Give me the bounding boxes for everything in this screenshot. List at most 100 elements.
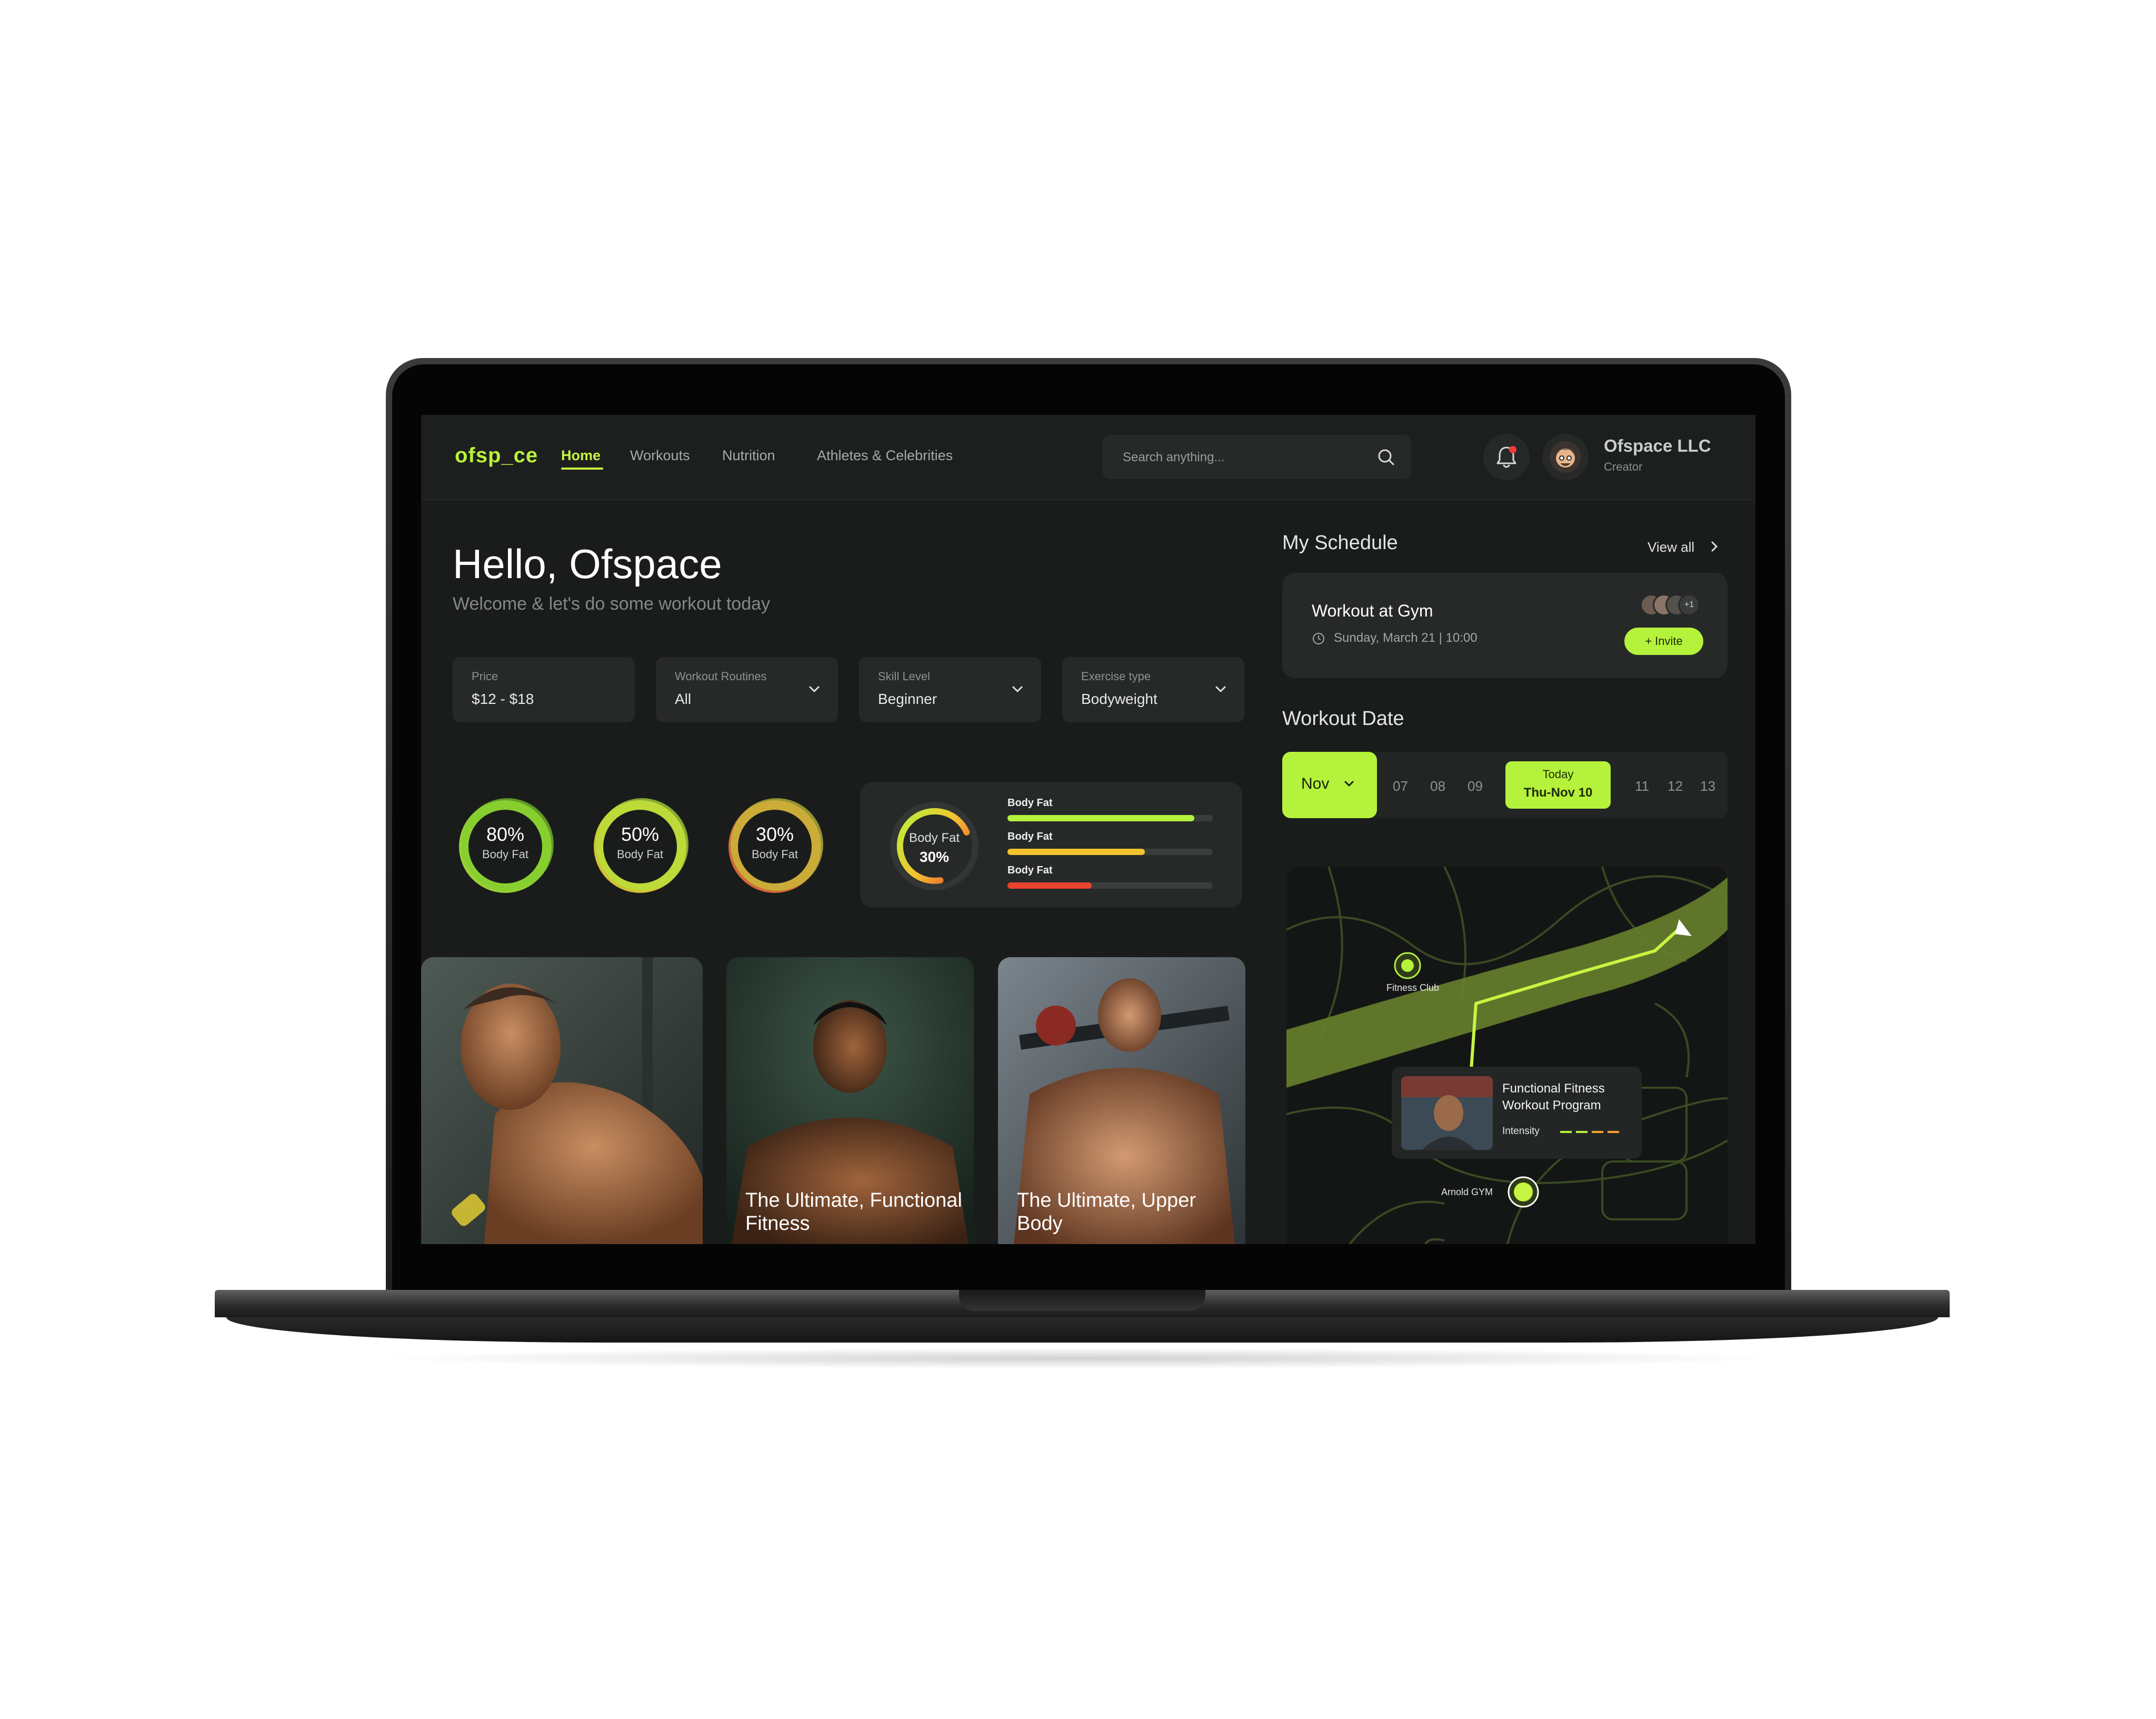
nav-active-underline bbox=[561, 468, 603, 470]
filter-exercise-type[interactable]: Exercise type Bodyweight bbox=[1062, 657, 1244, 722]
date-strip: Nov 07 08 09 Today Thu-Nov 10 11 12 13 bbox=[1282, 752, 1728, 818]
ring-2-label: Body Fat bbox=[616, 848, 664, 861]
workout-date-heading: Workout Date bbox=[1282, 708, 1404, 730]
top-bar: ofsp_ce Home Workouts Nutrition Athletes… bbox=[421, 415, 1755, 500]
map-label-arnold-gym[interactable]: Arnold GYM bbox=[1441, 1187, 1493, 1198]
laptop-base-lower bbox=[226, 1317, 1938, 1343]
ring-2-value: 50% bbox=[621, 823, 660, 845]
filter-routines-label: Workout Routines bbox=[675, 670, 767, 683]
park-area bbox=[1286, 877, 1728, 1088]
ring-1-label: Body Fat bbox=[482, 848, 529, 861]
app-screen: ofsp_ce Home Workouts Nutrition Athletes… bbox=[421, 415, 1755, 1244]
avatar[interactable] bbox=[1542, 434, 1589, 480]
search-input[interactable] bbox=[1122, 446, 1366, 469]
popup-photo bbox=[1401, 1076, 1493, 1150]
filter-skill-label: Skill Level bbox=[878, 670, 931, 683]
map-popup-card[interactable]: Functional Fitness Workout Program Inten… bbox=[1392, 1067, 1642, 1159]
bell-icon bbox=[1496, 446, 1516, 468]
date-11[interactable]: 11 bbox=[1635, 778, 1649, 794]
date-12[interactable]: 12 bbox=[1668, 778, 1683, 794]
nav-workouts[interactable]: Workouts bbox=[630, 448, 690, 464]
chevron-right-icon[interactable] bbox=[1708, 539, 1721, 554]
nav-nutrition[interactable]: Nutrition bbox=[722, 448, 775, 464]
avatar-face-icon bbox=[1550, 441, 1581, 473]
chevron-down-icon bbox=[809, 686, 820, 692]
ring-graphic bbox=[594, 798, 688, 893]
date-09[interactable]: 09 bbox=[1468, 778, 1483, 794]
month-label: Nov bbox=[1301, 775, 1330, 792]
filter-exercise-value: Bodyweight bbox=[1081, 691, 1157, 707]
map-graphic bbox=[1286, 867, 1728, 1244]
date-today[interactable]: Today Thu-Nov 10 bbox=[1505, 761, 1611, 809]
map-label-fitness-club[interactable]: Fitness Club bbox=[1386, 982, 1439, 993]
body-fat-ring-2: 50% Body Fat bbox=[587, 794, 693, 899]
filter-skill-value: Beginner bbox=[878, 691, 937, 707]
card-3-title: The Ultimate, Upper Body bbox=[1017, 1189, 1196, 1235]
body-fat-gauge bbox=[890, 802, 979, 890]
view-all-link[interactable]: View all bbox=[1648, 539, 1694, 555]
intensity-meter bbox=[1560, 1131, 1619, 1133]
card-2-title: The Ultimate, Functional Fitness bbox=[745, 1189, 962, 1235]
gauge-value: 30% bbox=[919, 849, 950, 865]
ring-3-value: 30% bbox=[755, 823, 794, 845]
bar-2-track bbox=[1007, 849, 1213, 855]
page-subtitle: Welcome & let's do some workout today bbox=[453, 594, 771, 614]
athlete-photo bbox=[421, 957, 703, 1244]
ring-graphic bbox=[728, 798, 823, 893]
attendee-overflow-count: +1 bbox=[1678, 594, 1700, 616]
filter-price[interactable]: Price $12 - $18 bbox=[453, 657, 635, 722]
ring-3-label: Body Fat bbox=[751, 848, 798, 861]
month-dropdown[interactable]: Nov bbox=[1282, 752, 1377, 818]
schedule-event-time: Sunday, March 21 | 10:00 bbox=[1334, 631, 1478, 645]
schedule-event-title: Workout at Gym bbox=[1312, 601, 1433, 620]
arnold-gym-pin bbox=[1514, 1183, 1533, 1201]
filter-price-label: Price bbox=[472, 670, 498, 683]
popup-thumbnail bbox=[1401, 1076, 1493, 1150]
schedule-card[interactable]: Workout at Gym Sunday, March 21 | 10:00 … bbox=[1282, 573, 1728, 678]
popup-intensity-label: Intensity bbox=[1502, 1126, 1540, 1137]
date-08[interactable]: 08 bbox=[1430, 778, 1445, 794]
laptop-shadow bbox=[368, 1348, 1790, 1369]
bar-2-label: Body Fat bbox=[1007, 831, 1053, 842]
bar-1-track bbox=[1007, 815, 1213, 821]
workout-card-1[interactable] bbox=[421, 957, 703, 1244]
invite-button[interactable]: + Invite bbox=[1624, 628, 1703, 655]
notification-dot bbox=[1509, 446, 1516, 453]
workout-card-2[interactable]: The Ultimate, Functional Fitness bbox=[726, 957, 974, 1244]
bar-3-fill bbox=[1007, 882, 1092, 889]
schedule-heading: My Schedule bbox=[1282, 532, 1398, 554]
body-fat-ring-3: 30% Body Fat bbox=[722, 794, 827, 899]
bar-2-fill bbox=[1007, 849, 1145, 855]
date-13[interactable]: 13 bbox=[1700, 778, 1715, 794]
body-fat-card: Body Fat 30% Body Fat Body Fat Body Fat bbox=[860, 782, 1242, 908]
filter-routines-value: All bbox=[675, 691, 692, 707]
date-07[interactable]: 07 bbox=[1393, 778, 1408, 794]
chevron-down-icon bbox=[1012, 686, 1023, 692]
chevron-down-icon bbox=[1344, 781, 1354, 787]
workout-card-3[interactable]: The Ultimate, Upper Body bbox=[998, 957, 1245, 1244]
fitness-club-pin bbox=[1401, 959, 1414, 972]
user-name[interactable]: Ofspace LLC bbox=[1604, 436, 1711, 456]
gym-map[interactable]: Fitness Club Arnold GYM Functional Fitne… bbox=[1286, 867, 1728, 1244]
attendee-avatars: +1 bbox=[1640, 594, 1709, 616]
search-box bbox=[1103, 435, 1411, 479]
chevron-down-icon bbox=[1215, 686, 1226, 692]
filter-workout-routines[interactable]: Workout Routines All bbox=[656, 657, 838, 722]
today-label: Today bbox=[1542, 768, 1574, 781]
search-icon[interactable] bbox=[1375, 446, 1396, 468]
bar-3-track bbox=[1007, 882, 1213, 889]
bar-3-label: Body Fat bbox=[1007, 865, 1053, 876]
today-date: Thu-Nov 10 bbox=[1523, 786, 1593, 800]
laptop-notch bbox=[959, 1290, 1205, 1311]
nav-home[interactable]: Home bbox=[561, 448, 601, 464]
app-logo[interactable]: ofsp_ce bbox=[455, 444, 538, 468]
ring-1-value: 80% bbox=[486, 823, 525, 845]
page-title: Hello, Ofspace bbox=[453, 541, 722, 587]
nav-athletes-celebrities[interactable]: Athletes & Celebrities bbox=[817, 448, 953, 464]
filter-skill-level[interactable]: Skill Level Beginner bbox=[859, 657, 1041, 722]
user-role: Creator bbox=[1604, 460, 1643, 473]
notification-button[interactable] bbox=[1483, 434, 1530, 480]
body-fat-ring-1: 80% Body Fat bbox=[453, 794, 558, 899]
gauge-label: Body Fat bbox=[909, 831, 960, 845]
bar-1-fill bbox=[1007, 815, 1194, 821]
